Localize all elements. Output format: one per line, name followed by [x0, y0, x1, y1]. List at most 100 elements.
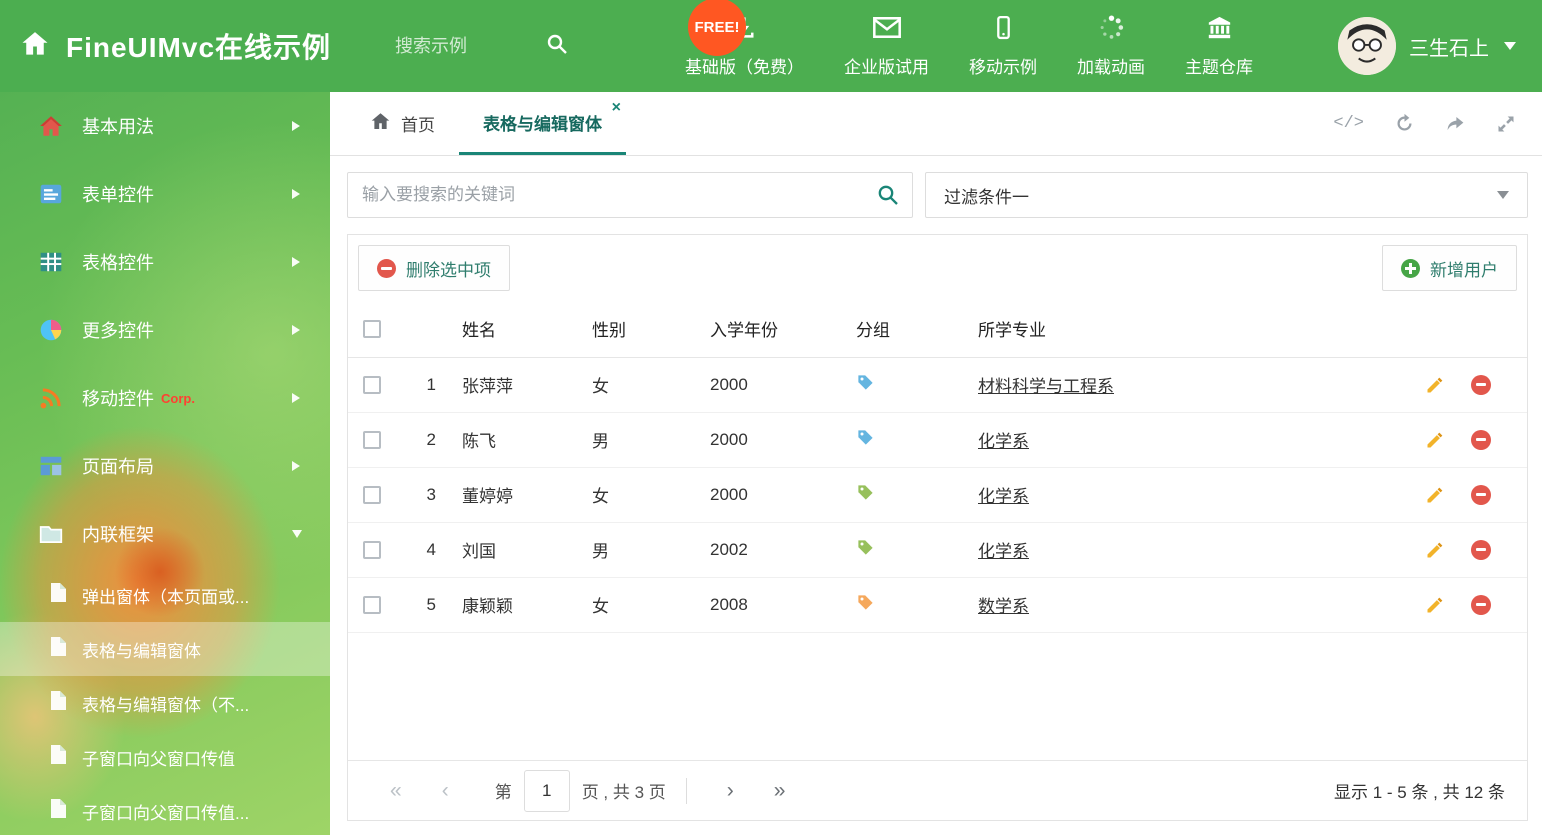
sidebar-item-iframe[interactable]: 内联框架: [0, 500, 330, 568]
row-checkbox[interactable]: [363, 376, 381, 395]
column-header-gender: 性别: [586, 301, 704, 358]
main-area: 首页 表格与编辑窗体 × </> 输入要搜索的关键词 过滤条件一 删除选中项 新…: [330, 92, 1542, 835]
column-header-name: 姓名: [456, 301, 586, 358]
sidebar-subitem-label: 子窗口向父窗口传值...: [82, 803, 250, 823]
search-icon[interactable]: [876, 183, 900, 212]
nav-item-enterprise-trial[interactable]: 企业版试用: [824, 14, 949, 78]
nav-item-mobile-demo[interactable]: 移动示例: [949, 14, 1057, 78]
add-button-label: 新增用户: [1430, 260, 1498, 280]
delete-icon[interactable]: [1471, 594, 1491, 615]
brand[interactable]: FineUIMvc在线示例: [0, 26, 395, 66]
delete-selected-button[interactable]: 删除选中项: [358, 245, 510, 291]
table-row: 4 刘国 男 2002 化学系: [348, 522, 1527, 578]
major-link[interactable]: 材料科学与工程系: [978, 377, 1114, 396]
avatar: [1338, 17, 1396, 75]
search-icon[interactable]: [545, 32, 569, 61]
form-icon: [38, 181, 64, 207]
cell-gender: 女: [586, 467, 704, 523]
tab-label: 表格与编辑窗体: [483, 114, 602, 134]
sidebar-item-label: 更多控件: [82, 321, 154, 341]
major-link[interactable]: 化学系: [978, 487, 1029, 506]
delete-icon[interactable]: [1471, 374, 1491, 395]
cell-name: 董婷婷: [456, 467, 586, 523]
pagination-bar: « ‹ 第 页 , 共 3 页 › » 显示 1 - 5 条 , 共 12 条: [348, 760, 1527, 820]
sidebar-subitem-grid-edit-window-alt[interactable]: 表格与编辑窗体（不...: [0, 676, 330, 730]
cell-year: 2000: [704, 412, 850, 468]
delete-icon[interactable]: [1471, 484, 1491, 505]
header-search-input[interactable]: [395, 35, 545, 57]
filter-dropdown-value: 过滤条件一: [944, 187, 1029, 207]
sidebar-item-basic-usage[interactable]: 基本用法: [0, 92, 330, 160]
free-badge: FREE!: [688, 0, 746, 56]
row-index: 2: [396, 412, 456, 468]
tab-grid-edit-window[interactable]: 表格与编辑窗体 ×: [459, 92, 626, 155]
signal-icon: [38, 385, 64, 411]
nav-item-loading-animation[interactable]: 加载动画: [1057, 14, 1165, 78]
keyword-search-input[interactable]: [347, 172, 913, 218]
chevron-down-icon: [1497, 191, 1509, 199]
delete-button-label: 删除选中项: [406, 260, 491, 280]
sidebar-subitem-grid-edit-window[interactable]: 表格与编辑窗体: [0, 622, 330, 676]
sidebar-item-mobile-controls[interactable]: 移动控件 Corp.: [0, 364, 330, 432]
sidebar-item-more-controls[interactable]: 更多控件: [0, 296, 330, 364]
nav-item-label: 基础版（免费）: [685, 58, 804, 77]
column-header-actions: [1403, 301, 1527, 358]
sidebar-subitem-popup-window[interactable]: 弹出窗体（本页面或...: [0, 568, 330, 622]
delete-icon[interactable]: [1471, 539, 1491, 560]
app-window: FineUIMvc在线示例 FREE! 基础版（免费） 企业版试用: [0, 0, 1542, 835]
source-code-icon[interactable]: </>: [1333, 114, 1364, 133]
edit-icon[interactable]: [1425, 595, 1445, 615]
edit-icon[interactable]: [1425, 540, 1445, 560]
first-page-icon[interactable]: «: [370, 779, 422, 803]
cell-name: 刘国: [456, 522, 586, 578]
corp-badge: Corp.: [161, 390, 195, 406]
edit-icon[interactable]: [1425, 485, 1445, 505]
row-checkbox[interactable]: [363, 486, 381, 505]
major-link[interactable]: 数学系: [978, 597, 1029, 616]
row-actions: [1409, 484, 1527, 505]
nav-item-theme-store[interactable]: 主题仓库: [1165, 14, 1273, 78]
select-all-checkbox[interactable]: [363, 320, 381, 339]
cell-gender: 女: [586, 577, 704, 633]
add-user-button[interactable]: 新增用户: [1382, 245, 1517, 291]
next-page-icon[interactable]: ›: [707, 779, 754, 803]
close-icon[interactable]: ×: [612, 100, 621, 116]
table-header-row: 姓名 性别 入学年份 分组 所学专业: [348, 301, 1527, 358]
cell-gender: 男: [586, 412, 704, 468]
row-checkbox[interactable]: [363, 431, 381, 450]
table-row: 5 康颖颖 女 2008 数学系: [348, 577, 1527, 633]
tab-home[interactable]: 首页: [346, 92, 459, 155]
edit-icon[interactable]: [1425, 430, 1445, 450]
row-checkbox[interactable]: [363, 596, 381, 615]
sidebar-item-page-layout[interactable]: 页面布局: [0, 432, 330, 500]
sidebar-item-form-controls[interactable]: 表单控件: [0, 160, 330, 228]
sidebar-subitem-child-to-parent-2[interactable]: 子窗口向父窗口传值...: [0, 784, 330, 835]
user-menu[interactable]: 三生石上: [1338, 17, 1542, 75]
tab-tools: </>: [1333, 92, 1542, 155]
sidebar-item-grid-controls[interactable]: 表格控件: [0, 228, 330, 296]
major-link[interactable]: 化学系: [978, 542, 1029, 561]
cell-name: 康颖颖: [456, 577, 586, 633]
major-link[interactable]: 化学系: [978, 432, 1029, 451]
grid-panel: 删除选中项 新增用户 姓名 性别 入学年份 分组 所学专业 1 张萍萍 女 20…: [347, 234, 1528, 821]
sidebar-item-label: 移动控件: [82, 389, 154, 409]
edit-icon[interactable]: [1425, 375, 1445, 395]
envelope-icon: [872, 14, 902, 46]
page-number-input[interactable]: [523, 769, 570, 812]
last-page-icon[interactable]: »: [754, 779, 806, 803]
cell-year: 2002: [704, 522, 850, 578]
expand-icon[interactable]: [1496, 114, 1516, 134]
mobile-icon: [991, 14, 1016, 46]
home-icon: [370, 111, 391, 137]
refresh-icon[interactable]: [1394, 113, 1415, 134]
sidebar-subitem-child-to-parent[interactable]: 子窗口向父窗口传值: [0, 730, 330, 784]
row-checkbox[interactable]: [363, 541, 381, 560]
delete-icon[interactable]: [1471, 429, 1491, 450]
chevron-right-icon: [292, 257, 300, 267]
prev-page-icon[interactable]: ‹: [422, 779, 469, 803]
cell-name: 陈飞: [456, 412, 586, 468]
filter-dropdown[interactable]: 过滤条件一: [925, 172, 1528, 218]
share-icon[interactable]: [1445, 113, 1466, 134]
page-icon: [50, 690, 67, 716]
app-title: FineUIMvc在线示例: [66, 32, 332, 63]
